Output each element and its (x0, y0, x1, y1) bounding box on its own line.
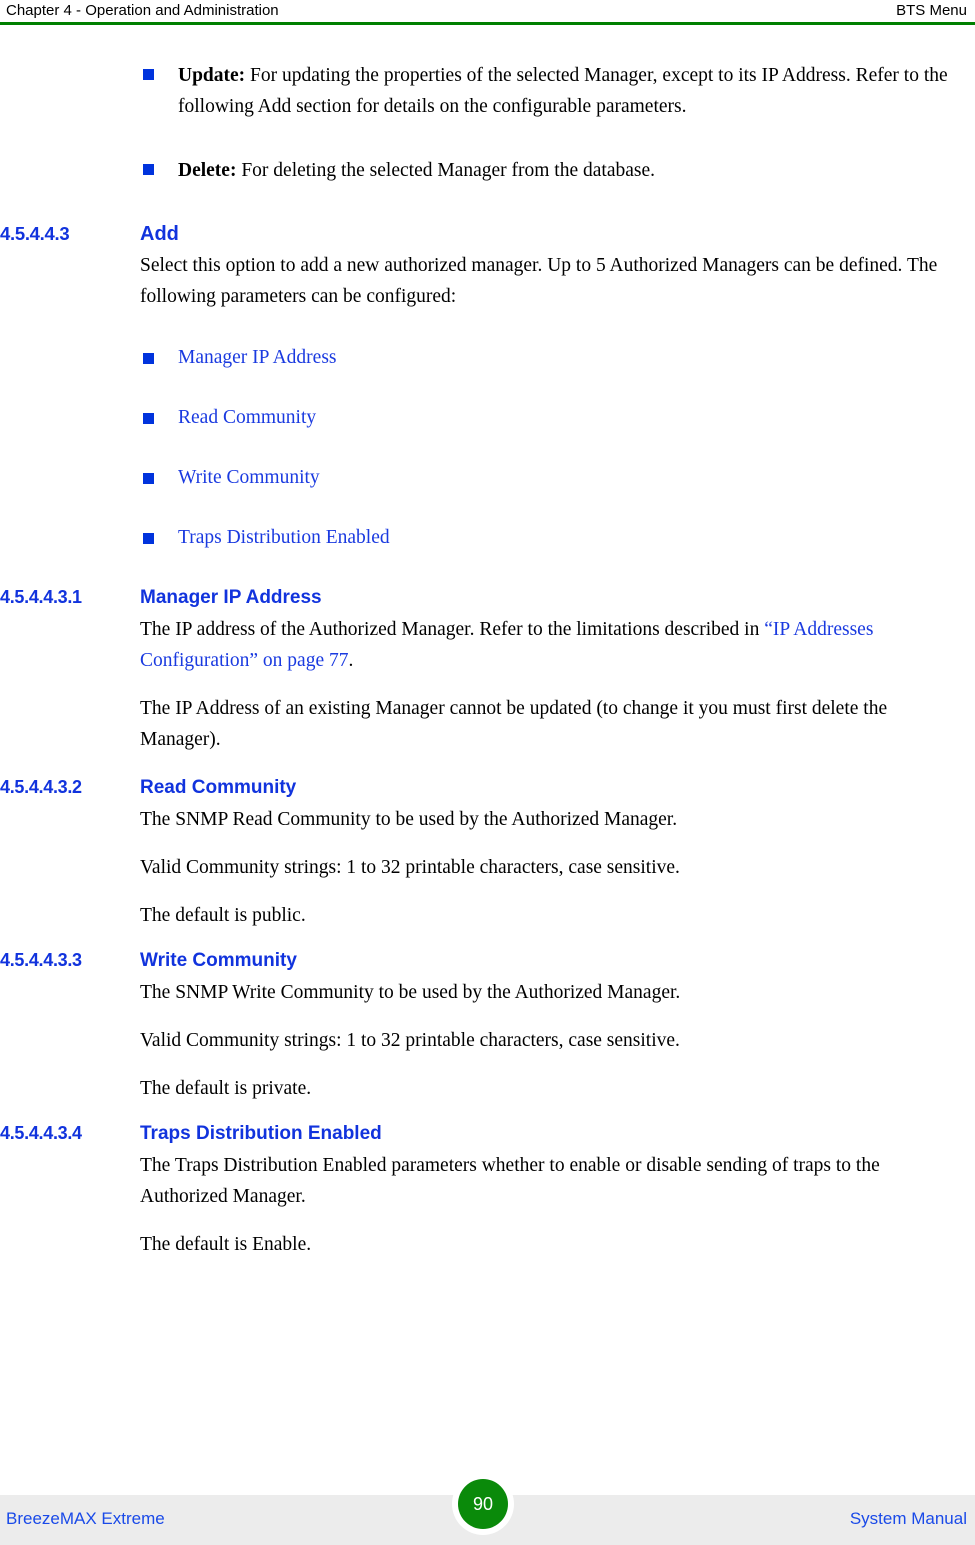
square-bullet-icon (143, 533, 154, 544)
paragraph-text-after-xref: . (348, 650, 354, 671)
page-number-badge: 90 (452, 1473, 514, 1535)
section-title: Manager IP Address (140, 587, 322, 608)
footer-document-name: System Manual (849, 1509, 967, 1528)
header-chapter-title: Chapter 4 - Operation and Administration (6, 2, 279, 19)
list-item-param: Manager IP Address (0, 345, 975, 371)
paragraph-read-community-3: The default is public. (140, 905, 306, 926)
page-footer: BreezeMAX Extreme 90 System Manual (0, 1473, 975, 1545)
footer-inner: BreezeMAX Extreme 90 System Manual (0, 1473, 975, 1545)
param-link-manager-ip-address[interactable]: Manager IP Address (178, 347, 337, 368)
header-row: Chapter 4 - Operation and Administration… (0, 0, 975, 20)
paragraph-manager-ip-1: The IP address of the Authorized Manager… (0, 614, 975, 676)
paragraph-traps-1: The Traps Distribution Enabled parameter… (140, 1155, 880, 1207)
section-heading-traps-distribution-enabled: 4.5.4.4.3.4 Traps Distribution Enabled (0, 1121, 975, 1146)
list-item-param: Write Community (0, 465, 975, 491)
section-title: Traps Distribution Enabled (140, 1123, 382, 1144)
section-number: 4.5.4.4.3.3 (0, 950, 82, 970)
paragraph-read-community-2: Valid Community strings: 1 to 32 printab… (140, 857, 680, 878)
paragraph-traps-2: The default is Enable. (140, 1234, 312, 1255)
paragraph-manager-ip-2: The IP Address of an existing Manager ca… (140, 698, 888, 750)
page-number: 90 (472, 1494, 494, 1514)
list-item-lead: Update: (178, 65, 246, 86)
page-content: Update: For updating the properties of t… (0, 60, 975, 1277)
list-item-lead: Delete: (178, 160, 237, 181)
param-link-traps-distribution-enabled[interactable]: Traps Distribution Enabled (178, 527, 390, 548)
square-bullet-icon (143, 473, 154, 484)
section-heading-add: 4.5.4.4.3 Add (0, 222, 975, 246)
section-number: 4.5.4.4.3 (0, 223, 70, 244)
list-item: Update: For updating the properties of t… (0, 60, 975, 122)
section-number: 4.5.4.4.3.2 (0, 777, 82, 797)
section-number: 4.5.4.4.3.4 (0, 1123, 82, 1143)
square-bullet-icon (143, 69, 154, 80)
list-item-param: Traps Distribution Enabled (0, 525, 975, 551)
section-title: Read Community (140, 777, 297, 798)
square-bullet-icon (143, 413, 154, 424)
footer-product-name: BreezeMAX Extreme (6, 1509, 165, 1528)
paragraph-write-community-3: The default is private. (140, 1078, 312, 1099)
section-number: 4.5.4.4.3.1 (0, 587, 82, 607)
square-bullet-icon (143, 353, 154, 364)
paragraph-text-before-xref: The IP address of the Authorized Manager… (140, 619, 765, 640)
list-item-body: For deleting the selected Manager from t… (236, 160, 655, 181)
page-number-disc: 90 (458, 1479, 508, 1529)
list-item-body: For updating the properties of the selec… (178, 65, 948, 117)
section-title: Add (140, 223, 179, 245)
section-heading-manager-ip-address: 4.5.4.4.3.1 Manager IP Address (0, 585, 975, 610)
param-link-write-community[interactable]: Write Community (178, 467, 320, 488)
paragraph-write-community-2: Valid Community strings: 1 to 32 printab… (140, 1030, 680, 1051)
paragraph-write-community-1: The SNMP Write Community to be used by t… (140, 982, 681, 1003)
paragraph-read-community-1: The SNMP Read Community to be used by th… (140, 809, 678, 830)
paragraph-add-intro: Select this option to add a new authoriz… (140, 255, 938, 307)
param-link-read-community[interactable]: Read Community (178, 407, 316, 428)
list-item-param: Read Community (0, 405, 975, 431)
page-header: Chapter 4 - Operation and Administration… (0, 0, 975, 26)
list-item: Delete: For deleting the selected Manage… (0, 155, 975, 186)
section-heading-read-community: 4.5.4.4.3.2 Read Community (0, 775, 975, 800)
list-item-text: Update: For updating the properties of t… (178, 60, 965, 122)
list-item-text: Delete: For deleting the selected Manage… (178, 155, 965, 186)
header-rule (0, 22, 975, 25)
header-section-title: BTS Menu (896, 2, 967, 19)
section-heading-write-community: 4.5.4.4.3.3 Write Community (0, 948, 975, 973)
section-title: Write Community (140, 950, 297, 971)
square-bullet-icon (143, 164, 154, 175)
